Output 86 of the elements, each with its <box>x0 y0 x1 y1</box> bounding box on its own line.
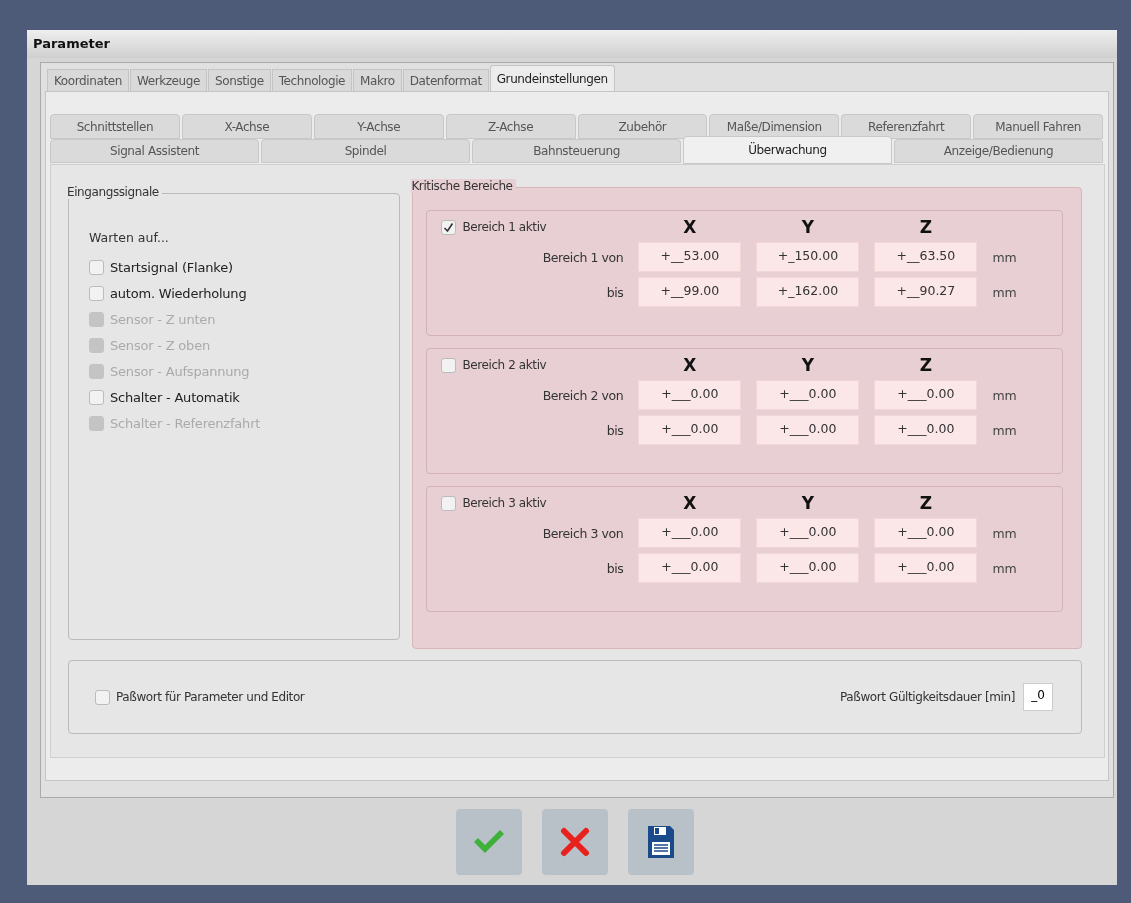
axis-heading: X <box>682 493 698 513</box>
input-field[interactable]: +___0.00 <box>638 553 742 583</box>
axis-heading: Z <box>918 355 934 375</box>
axis-heading: X <box>682 355 698 375</box>
checkbox[interactable] <box>89 390 104 405</box>
tab[interactable]: Sonstige <box>208 69 271 91</box>
tab[interactable]: Y-Achse <box>313 114 444 139</box>
input-field[interactable]: +___0.00 <box>638 415 742 445</box>
axis-heading: Z <box>918 217 934 237</box>
input-field[interactable]: +___0.00 <box>874 518 978 548</box>
tab[interactable]: Bahnsteuerung <box>472 139 681 163</box>
save-button[interactable] <box>627 808 694 875</box>
row-label: bis <box>605 422 624 438</box>
input-field[interactable]: +___0.00 <box>756 553 860 583</box>
tab[interactable]: Spindel <box>261 139 470 163</box>
row-label: bis <box>605 284 624 300</box>
tab[interactable]: Datenformat <box>402 69 489 91</box>
tab[interactable]: Manuell Fahren <box>973 114 1103 139</box>
checkbox[interactable] <box>441 357 457 373</box>
input-field[interactable]: +___0.00 <box>756 415 860 445</box>
group-title: Kritische Bereiche <box>411 179 516 193</box>
tab[interactable]: Z-Achse <box>445 114 576 139</box>
checkbox-label: Paßwort für Parameter und Editor <box>116 690 305 704</box>
row-label: Bereich 2 von <box>541 387 624 403</box>
unit-label: mm <box>992 560 1018 576</box>
unit-label: mm <box>992 422 1018 438</box>
window-title: Parameter <box>27 30 1117 58</box>
tab[interactable]: Werkzeuge <box>129 69 207 91</box>
axis-heading: Y <box>800 217 816 237</box>
input-field[interactable]: +___0.00 <box>756 380 860 410</box>
row-label: bis <box>605 560 624 576</box>
row-label: Bereich 3 von <box>541 525 624 541</box>
axis-heading: Y <box>800 493 816 513</box>
checkbox-label: Bereich 3 aktiv <box>462 496 547 510</box>
tab[interactable]: X-Achse <box>181 114 312 139</box>
checkbox-label: Bereich 2 aktiv <box>462 358 547 372</box>
input-field[interactable]: +___0.00 <box>874 415 978 445</box>
input-field[interactable]: +_162.00 <box>756 277 860 307</box>
input-field[interactable]: +___0.00 <box>638 380 742 410</box>
input-field[interactable]: +__99.00 <box>638 277 742 307</box>
input-field[interactable]: +_150.00 <box>756 242 860 272</box>
checkbox[interactable] <box>89 286 104 301</box>
unit-label: mm <box>992 284 1018 300</box>
axis-heading: Z <box>918 493 934 513</box>
cancel-button[interactable] <box>541 808 608 875</box>
checkbox-label: Sensor - Z oben <box>110 338 210 353</box>
tab[interactable]: Schnittstellen <box>50 114 180 139</box>
tab[interactable]: Überwachung <box>683 136 892 164</box>
unit-label: mm <box>992 387 1018 403</box>
caption-text: Warten auf... <box>89 230 170 245</box>
unit-label: mm <box>992 525 1018 541</box>
tab[interactable]: Grundeinstellungen <box>489 65 615 91</box>
tab[interactable]: Referenzfahrt <box>841 114 972 139</box>
unit-label: mm <box>992 249 1018 265</box>
checkbox-label: Schalter - Automatik <box>110 390 240 405</box>
checkbox-label: Schalter - Referenzfahrt <box>110 416 261 431</box>
checkbox[interactable] <box>441 495 457 511</box>
checkbox-label: Startsignal (Flanke) <box>110 260 233 275</box>
checkbox-label: Bereich 1 aktiv <box>462 220 547 234</box>
input-field[interactable]: +___0.00 <box>638 518 742 548</box>
axis-heading: X <box>682 217 698 237</box>
tab[interactable]: Signal Assistent <box>50 139 259 163</box>
checkbox[interactable] <box>441 219 457 235</box>
tab[interactable]: Koordinaten <box>47 69 129 91</box>
close-icon <box>559 826 590 857</box>
tab[interactable]: Zubehör <box>577 114 708 139</box>
input-field[interactable]: +___0.00 <box>874 380 978 410</box>
input-field[interactable]: +__53.00 <box>638 242 742 272</box>
checkbox-label: autom. Wiederholung <box>110 286 247 301</box>
checkbox[interactable] <box>89 260 104 275</box>
input-field[interactable]: +__90.27 <box>874 277 978 307</box>
input-field[interactable]: _0 <box>1023 683 1053 711</box>
group-title: Eingangssignale <box>67 185 162 199</box>
input-field[interactable]: +___0.00 <box>874 553 978 583</box>
tab[interactable]: Makro <box>353 69 402 91</box>
input-field[interactable]: +__63.50 <box>874 242 978 272</box>
checkbox-label: Sensor - Z unten <box>110 312 216 327</box>
tab[interactable]: Technologie <box>271 69 353 91</box>
row-label: Bereich 1 von <box>541 249 624 265</box>
axis-heading: Y <box>800 355 816 375</box>
checkbox[interactable] <box>95 689 110 705</box>
tab[interactable]: Anzeige/Bedienung <box>894 139 1103 163</box>
input-field[interactable]: +___0.00 <box>756 518 860 548</box>
ok-button[interactable] <box>455 808 522 875</box>
field-label: Paßwort Gültigkeitsdauer [min] <box>840 690 1015 704</box>
checkbox-label: Sensor - Aufspannung <box>110 364 250 379</box>
